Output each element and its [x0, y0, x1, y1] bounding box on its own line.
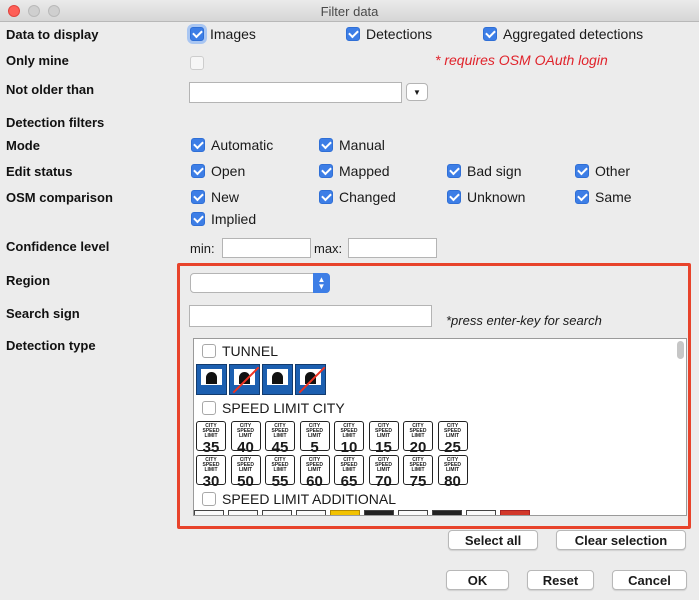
triangle-down-icon: ▼	[413, 87, 421, 97]
select-all-button[interactable]: Select all	[448, 530, 538, 550]
label-edit-status: Edit status	[6, 164, 73, 179]
osm-changed-checkbox[interactable]: Changed	[319, 188, 396, 206]
confidence-max-input[interactable]	[348, 238, 437, 258]
mode-automatic-checkbox[interactable]: Automatic	[191, 136, 273, 154]
osm-new-checkbox[interactable]: New	[191, 188, 239, 206]
window-title: Filter data	[320, 4, 379, 19]
title-bar: Filter data	[0, 0, 699, 22]
confidence-min-input[interactable]	[222, 238, 311, 258]
ok-button[interactable]: OK	[446, 570, 509, 590]
label-osm-comparison: OSM comparison	[6, 190, 113, 205]
detections-checkbox[interactable]: Detections	[346, 25, 432, 43]
cancel-button[interactable]: Cancel	[612, 570, 687, 590]
checkbox-checked-icon	[190, 27, 204, 41]
status-other-checkbox[interactable]: Other	[575, 162, 630, 180]
osm-same-checkbox[interactable]: Same	[575, 188, 632, 206]
status-mapped-checkbox[interactable]: Mapped	[319, 162, 390, 180]
checkbox-checked-icon	[483, 27, 497, 41]
mode-manual-checkbox[interactable]: Manual	[319, 136, 385, 154]
label-not-older-than: Not older than	[6, 82, 95, 97]
label-region: Region	[6, 273, 51, 288]
label-confidence-level: Confidence level	[6, 239, 110, 254]
status-bad-sign-checkbox[interactable]: Bad sign	[447, 162, 521, 180]
clear-selection-button[interactable]: Clear selection	[556, 530, 686, 550]
reset-button[interactable]: Reset	[527, 570, 594, 590]
date-dropdown-button[interactable]: ▼	[406, 83, 428, 101]
label-mode: Mode	[6, 138, 40, 153]
label-data-to-display: Data to display	[6, 27, 99, 42]
images-checkbox[interactable]: Images	[190, 25, 256, 43]
not-older-than-input[interactable]	[189, 82, 402, 103]
label-detection-filters: Detection filters	[6, 115, 105, 130]
label-only-mine: Only mine	[6, 53, 69, 68]
status-open-checkbox[interactable]: Open	[191, 162, 245, 180]
label-detection-type: Detection type	[6, 338, 96, 353]
aggregated-detections-checkbox[interactable]: Aggregated detections	[483, 25, 643, 43]
confidence-max-label: max:	[314, 241, 343, 256]
oauth-requirement-note: * requires OSM OAuth login	[435, 52, 608, 68]
label-search-sign: Search sign	[6, 306, 80, 321]
confidence-min-label: min:	[190, 241, 215, 256]
highlight-annotation	[177, 263, 691, 529]
osm-unknown-checkbox[interactable]: Unknown	[447, 188, 525, 206]
checkbox-checked-icon	[346, 27, 360, 41]
osm-implied-checkbox[interactable]: Implied	[191, 210, 256, 228]
only-mine-checkbox[interactable]	[190, 54, 210, 72]
checkbox-disabled-icon	[190, 56, 204, 70]
